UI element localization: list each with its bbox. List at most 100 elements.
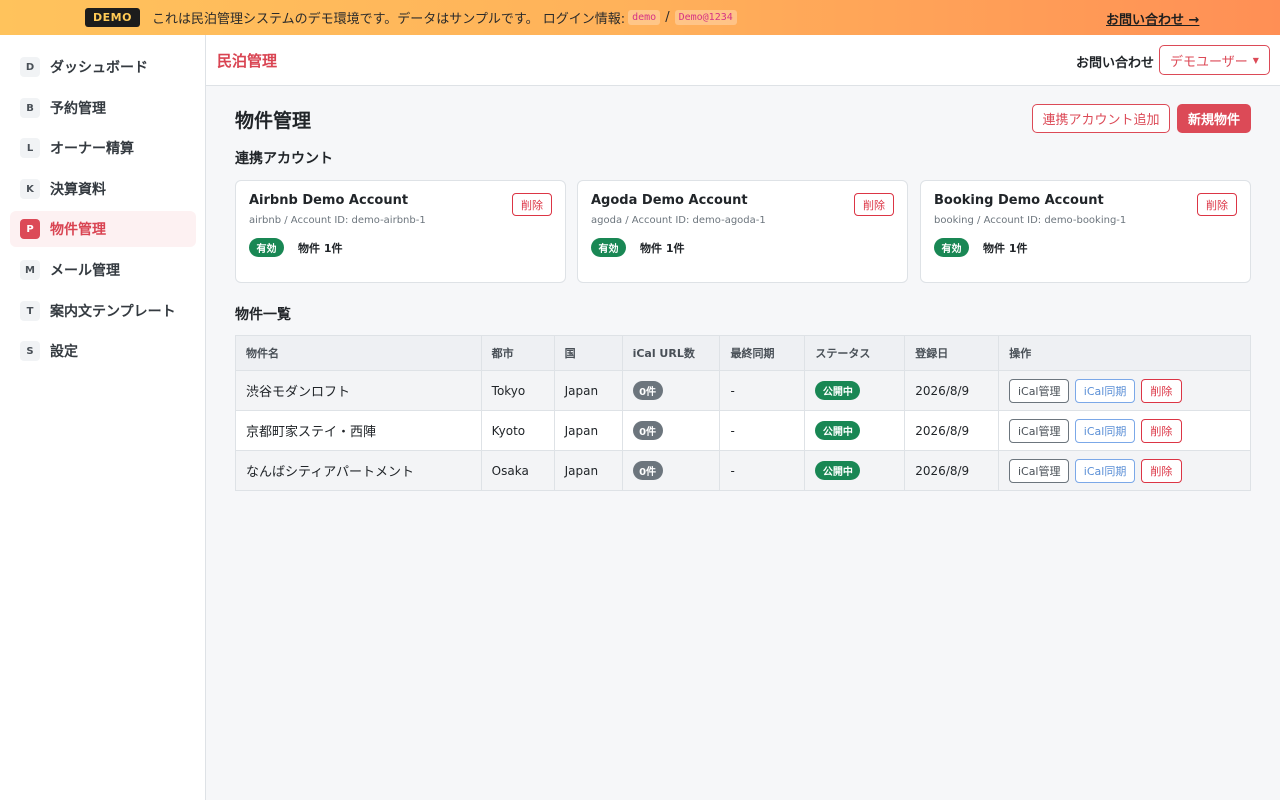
- last-sync: -: [719, 450, 806, 491]
- ical-sync-button[interactable]: iCal同期: [1075, 378, 1136, 403]
- last-sync: -: [719, 410, 806, 451]
- ical-manage-button[interactable]: iCal管理: [1009, 378, 1070, 403]
- account-card-booking: Booking Demo Account booking / Account I…: [920, 180, 1251, 283]
- top-header: 民泊管理 お問い合わせ デモユーザー ▼: [206, 35, 1280, 86]
- delete-account-button[interactable]: 削除: [512, 193, 552, 216]
- status-cell: 公開中: [804, 410, 906, 451]
- status-badge: 有効: [591, 238, 626, 257]
- property-count: 物件 1件: [983, 242, 1028, 255]
- property-name: 京都町家ステイ・西陣: [235, 410, 482, 451]
- property-count: 物件 1件: [298, 242, 343, 255]
- login-pass-code: Demo@1234: [674, 10, 737, 25]
- column-header-name: 物件名: [235, 335, 482, 371]
- add-linked-account-button[interactable]: 連携アカウント追加: [1032, 104, 1170, 133]
- status-badge: 有効: [249, 238, 284, 257]
- delete-property-button[interactable]: 削除: [1140, 418, 1182, 443]
- column-header-city: 都市: [481, 335, 555, 371]
- ical-manage-button[interactable]: iCal管理: [1009, 458, 1070, 483]
- sidebar-item-financial-docs[interactable]: K 決算資料: [10, 171, 196, 207]
- dashboard-letter-icon: D: [20, 57, 40, 77]
- property-count: 物件 1件: [640, 242, 685, 255]
- ical-count-cell: 0件: [622, 450, 721, 491]
- login-user-code: demo: [628, 10, 661, 25]
- account-meta: agoda / Account ID: demo-agoda-1: [591, 215, 766, 226]
- ical-sync-button[interactable]: iCal同期: [1075, 458, 1136, 483]
- sidebar-item-reservations[interactable]: B 予約管理: [10, 90, 196, 126]
- account-card-agoda: Agoda Demo Account agoda / Account ID: d…: [577, 180, 908, 283]
- status-cell: 公開中: [804, 370, 906, 411]
- financial-docs-letter-icon: K: [20, 179, 40, 199]
- reservations-letter-icon: B: [20, 98, 40, 118]
- ical-count-cell: 0件: [622, 410, 721, 451]
- sidebar-item-settings[interactable]: S 設定: [10, 333, 196, 369]
- sidebar-item-label: ダッシュボード: [50, 60, 148, 76]
- account-name: Agoda Demo Account: [591, 193, 748, 208]
- account-meta: airbnb / Account ID: demo-airbnb-1: [249, 215, 426, 226]
- delete-property-button[interactable]: 削除: [1140, 378, 1182, 403]
- sidebar-item-properties[interactable]: P 物件管理: [10, 211, 196, 247]
- status-badge: 公開中: [815, 461, 861, 480]
- brand-title[interactable]: 民泊管理: [217, 50, 277, 71]
- demo-banner: DEMO これは民泊管理システムのデモ環境です。データはサンプルです。 ログイン…: [0, 0, 1280, 35]
- page-title: 物件管理: [235, 110, 312, 132]
- column-header-ical-count: iCal URL数: [622, 335, 721, 371]
- table-header-row: 物件名 都市 国 iCal URL数 最終同期 ステータス 登録日 操作: [235, 335, 1251, 371]
- property-table: 物件名 都市 国 iCal URL数 最終同期 ステータス 登録日 操作 渋谷モ…: [235, 335, 1251, 491]
- sidebar-item-label: 案内文テンプレート: [50, 304, 176, 320]
- sidebar-item-label: 設定: [50, 344, 78, 360]
- properties-letter-icon: P: [20, 219, 40, 239]
- property-country: Japan: [554, 450, 623, 491]
- column-header-actions: 操作: [998, 335, 1251, 371]
- last-sync: -: [719, 370, 806, 411]
- column-header-last-sync: 最終同期: [719, 335, 806, 371]
- property-country: Japan: [554, 410, 623, 451]
- registered-date: 2026/8/9: [904, 450, 1000, 491]
- user-menu-label: デモユーザー: [1170, 54, 1248, 70]
- demo-message: これは民泊管理システムのデモ環境です。データはサンプルです。 ログイン情報:: [151, 12, 626, 27]
- delete-property-button[interactable]: 削除: [1140, 458, 1182, 483]
- property-city: Osaka: [481, 450, 555, 491]
- sidebar-item-label: 決算資料: [50, 182, 106, 198]
- table-row: なんばシティアパートメント Osaka Japan 0件 - 公開中 2026/…: [235, 450, 1251, 491]
- table-row: 京都町家ステイ・西陣 Kyoto Japan 0件 - 公開中 2026/8/9…: [235, 410, 1251, 451]
- account-name: Booking Demo Account: [934, 193, 1104, 208]
- banner-contact-link[interactable]: お問い合わせ →: [1106, 9, 1199, 28]
- templates-letter-icon: T: [20, 301, 40, 321]
- sidebar-item-label: 物件管理: [50, 222, 106, 238]
- ical-sync-button[interactable]: iCal同期: [1075, 418, 1136, 443]
- delete-account-button[interactable]: 削除: [1197, 193, 1237, 216]
- property-name: なんばシティアパートメント: [235, 450, 482, 491]
- column-header-status: ステータス: [804, 335, 906, 371]
- ical-count-badge: 0件: [632, 461, 663, 480]
- new-property-button[interactable]: 新規物件: [1177, 104, 1251, 133]
- actions-cell: iCal管理 iCal同期 削除: [998, 370, 1251, 411]
- status-badge: 公開中: [815, 421, 861, 440]
- sidebar-item-mail[interactable]: M メール管理: [10, 252, 196, 288]
- account-meta: booking / Account ID: demo-booking-1: [934, 215, 1127, 226]
- actions-cell: iCal管理 iCal同期 削除: [998, 410, 1251, 451]
- account-name: Airbnb Demo Account: [249, 193, 409, 208]
- account-card-airbnb: Airbnb Demo Account airbnb / Account ID:…: [235, 180, 566, 283]
- caret-down-icon: ▼: [1252, 55, 1259, 65]
- delete-account-button[interactable]: 削除: [854, 193, 894, 216]
- ical-count-cell: 0件: [622, 370, 721, 411]
- column-header-country: 国: [554, 335, 623, 371]
- sidebar-item-dashboard[interactable]: D ダッシュボード: [10, 49, 196, 85]
- status-cell: 公開中: [804, 450, 906, 491]
- user-menu-button[interactable]: デモユーザー ▼: [1159, 45, 1270, 75]
- settings-letter-icon: S: [20, 341, 40, 361]
- owner-settlement-letter-icon: L: [20, 138, 40, 158]
- ical-count-badge: 0件: [632, 381, 663, 400]
- ical-manage-button[interactable]: iCal管理: [1009, 418, 1070, 443]
- property-country: Japan: [554, 370, 623, 411]
- header-contact-link[interactable]: お問い合わせ: [1076, 52, 1154, 71]
- mail-letter-icon: M: [20, 260, 40, 280]
- property-list-title: 物件一覧: [235, 307, 291, 323]
- registered-date: 2026/8/9: [904, 370, 1000, 411]
- property-name: 渋谷モダンロフト: [235, 370, 482, 411]
- sidebar-item-owner-settlement[interactable]: L オーナー精算: [10, 130, 196, 166]
- sidebar-item-templates[interactable]: T 案内文テンプレート: [10, 293, 196, 329]
- login-separator: /: [665, 10, 670, 25]
- property-city: Tokyo: [481, 370, 555, 411]
- sidebar-item-label: メール管理: [50, 263, 120, 279]
